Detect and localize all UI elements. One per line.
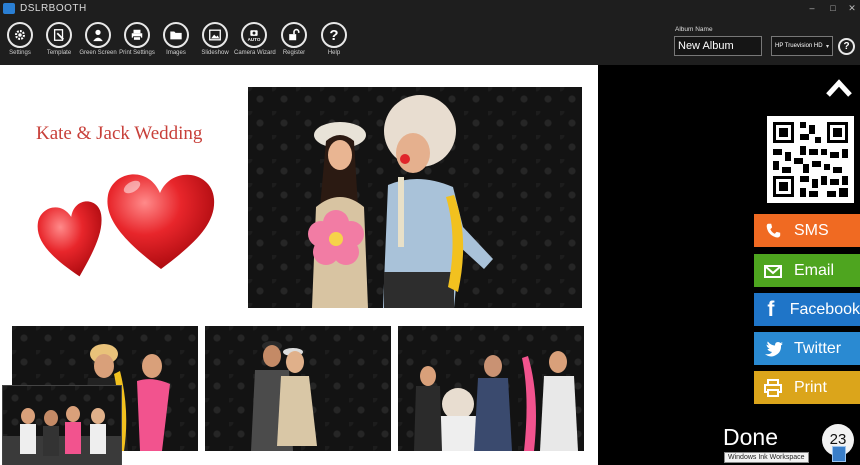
twitter-button[interactable]: Twitter xyxy=(754,332,860,365)
album-name-input[interactable] xyxy=(674,36,762,56)
print-button[interactable]: Print xyxy=(754,371,860,404)
register-label: Register xyxy=(282,50,306,56)
template-icon xyxy=(46,22,72,48)
folder-icon xyxy=(163,22,189,48)
unlock-icon xyxy=(281,22,307,48)
envelope-icon xyxy=(762,260,784,282)
picture-icon xyxy=(202,22,228,48)
person-icon xyxy=(85,22,111,48)
photo-bottom-2 xyxy=(205,326,391,451)
done-button[interactable]: Done xyxy=(723,424,778,451)
app-logo-icon xyxy=(3,3,15,14)
app-title: DSLRBOOTH xyxy=(20,3,87,14)
chevron-down-icon: ▾ xyxy=(825,44,829,50)
facebook-button[interactable]: f Facebook xyxy=(754,293,860,326)
question-icon: ? xyxy=(321,22,347,48)
print-label: Print xyxy=(794,378,827,396)
phone-icon xyxy=(762,220,784,242)
register-button[interactable]: Register xyxy=(274,22,314,64)
sms-button[interactable]: SMS xyxy=(754,214,860,247)
printer-select[interactable]: HP Truevision HD ▾ xyxy=(771,36,833,56)
photo-strip-preview: Kate & Jack Wedding xyxy=(0,65,598,465)
minimize-button[interactable]: – xyxy=(804,1,820,15)
camera-auto-badge: AUTO xyxy=(247,37,261,42)
camera-auto-icon: AUTO xyxy=(241,22,267,48)
live-preview-thumbnail xyxy=(2,385,122,465)
maximize-button[interactable]: □ xyxy=(825,1,841,15)
windows-ink-icon[interactable] xyxy=(832,446,846,462)
gear-icon xyxy=(7,22,33,48)
qr-code xyxy=(767,116,854,203)
help-button[interactable]: ? Help xyxy=(314,22,354,64)
images-button[interactable]: Images xyxy=(156,22,196,64)
chevron-up-icon[interactable] xyxy=(825,78,853,98)
slideshow-button[interactable]: Slideshow xyxy=(195,22,235,64)
facebook-icon: f xyxy=(767,297,775,321)
windows-ink-tooltip: Windows Ink Workspace xyxy=(724,452,809,463)
twitter-label: Twitter xyxy=(794,339,842,357)
settings-label: Settings xyxy=(9,50,31,56)
camera-wizard-button[interactable]: AUTO Camera Wizard xyxy=(234,22,276,64)
twitter-icon xyxy=(762,338,784,360)
green-screen-button[interactable]: Green Screen xyxy=(78,22,118,64)
template-label: Template xyxy=(46,50,72,56)
images-label: Images xyxy=(166,50,186,56)
template-button[interactable]: Template xyxy=(39,22,79,64)
email-button[interactable]: Email xyxy=(754,254,860,287)
hearts-graphic xyxy=(37,174,215,277)
printer-select-value: HP Truevision HD xyxy=(775,43,823,49)
print-settings-label: Print Settings xyxy=(119,50,155,56)
close-button[interactable]: ✕ xyxy=(844,1,860,15)
printer-icon xyxy=(762,377,784,399)
toolbar: Settings Template Green Screen Print Set… xyxy=(0,18,860,65)
slideshow-label: Slideshow xyxy=(201,50,229,56)
sms-label: SMS xyxy=(794,221,829,239)
green-screen-label: Green Screen xyxy=(79,50,117,56)
email-label: Email xyxy=(794,261,835,279)
event-title: Kate & Jack Wedding xyxy=(36,123,203,144)
photo-bottom-3 xyxy=(398,326,584,451)
main-photo xyxy=(248,87,582,308)
settings-button[interactable]: Settings xyxy=(0,22,40,64)
help-label: Help xyxy=(327,50,341,56)
camera-wizard-label: Camera Wizard xyxy=(234,50,276,56)
help-circle-button[interactable]: ? xyxy=(838,38,855,55)
facebook-label: Facebook xyxy=(789,300,860,318)
album-name-label: Album Name xyxy=(675,26,713,33)
printer-icon xyxy=(124,22,150,48)
title-bar: DSLRBOOTH – □ ✕ xyxy=(0,0,860,18)
print-settings-button[interactable]: Print Settings xyxy=(117,22,157,64)
